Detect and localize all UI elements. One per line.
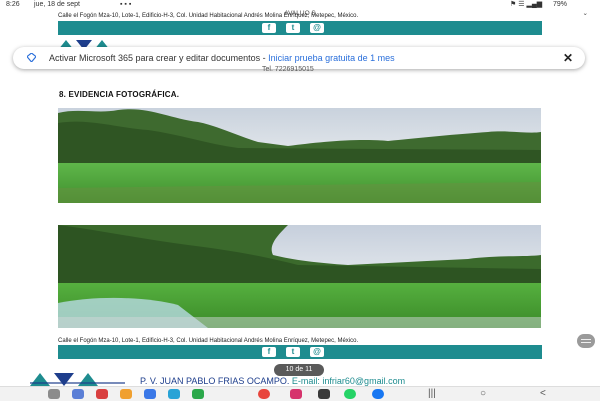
page-indicator: 10 de 11: [274, 364, 324, 376]
notification-icons: ▪ ▪ ▪: [120, 1, 132, 8]
scroll-handle[interactable]: [577, 334, 595, 348]
twitter-icon[interactable]: t: [286, 347, 300, 357]
facebook-icon[interactable]: f: [262, 347, 276, 357]
diamond-icon: [27, 53, 36, 62]
app-icon-1[interactable]: [72, 389, 84, 399]
chevron-down-icon[interactable]: ⌄: [583, 9, 588, 19]
banner-text: Activar Microsoft 365 para crear y edita…: [49, 53, 269, 63]
battery-level: 79%: [553, 1, 568, 8]
header-tel: Tel. 7226915015: [262, 66, 314, 73]
apps-grid-icon[interactable]: [48, 389, 60, 399]
facebook-icon[interactable]: f: [262, 23, 276, 33]
status-time: 8:26: [6, 1, 20, 8]
footer-address: Calle el Fogón Mza-10, Lote-1, Edificio-…: [58, 338, 359, 344]
banner-message: Activar Microsoft 365 para crear y edita…: [49, 47, 395, 69]
close-icon[interactable]: ✕: [563, 47, 573, 69]
footer-address-top: Calle el Fogón Mza-10, Lote-1, Edificio-…: [58, 13, 359, 19]
whatsapp-icon[interactable]: [344, 389, 356, 399]
signal-icons: ⚑ ☰ ▂▄▆: [510, 1, 543, 8]
status-date: jue, 18 de sept: [34, 1, 80, 8]
status-bar: 8:26 jue, 18 de sept ▪ ▪ ▪ ⚑ ☰ ▂▄▆ 79%: [0, 0, 600, 9]
chrome-icon[interactable]: [258, 389, 270, 399]
recent-apps-button[interactable]: |||: [428, 387, 436, 401]
home-button[interactable]: ○: [480, 387, 486, 401]
app-icon-6[interactable]: [192, 389, 204, 399]
footer-social-bar-top: f t @: [58, 21, 542, 35]
email-icon[interactable]: @: [310, 347, 324, 357]
email-icon[interactable]: @: [310, 23, 324, 33]
app-icon-2[interactable]: [96, 389, 108, 399]
app-icon-5[interactable]: [168, 389, 180, 399]
system-nav-bar: ||| ○ <: [0, 386, 600, 401]
footer-social-bar: f t @: [58, 345, 542, 359]
instagram-icon[interactable]: [290, 389, 302, 399]
next-page-header-text: P. V. JUAN PABLO FRIAS OCAMPO. E-mail: i…: [140, 376, 405, 386]
evidence-photo-1: [58, 108, 541, 203]
back-button[interactable]: <: [540, 387, 546, 401]
section-title: 8. EVIDENCIA FOTOGRÁFICA.: [59, 90, 180, 99]
appraiser-name: P. V. JUAN PABLO FRIAS OCAMPO.: [140, 376, 290, 386]
facebook-app-icon[interactable]: [372, 389, 384, 399]
appraiser-email: E-mail: infriar60@gmail.com: [291, 376, 406, 386]
calendar-icon[interactable]: [144, 389, 156, 399]
evidence-photo-2: [58, 225, 541, 328]
app-icon-3[interactable]: [120, 389, 132, 399]
app-icon-9[interactable]: [318, 389, 330, 399]
trial-link[interactable]: Iniciar prueba gratuita de 1 mes: [268, 53, 395, 63]
twitter-icon[interactable]: t: [286, 23, 300, 33]
ava-logo: [30, 373, 125, 386]
